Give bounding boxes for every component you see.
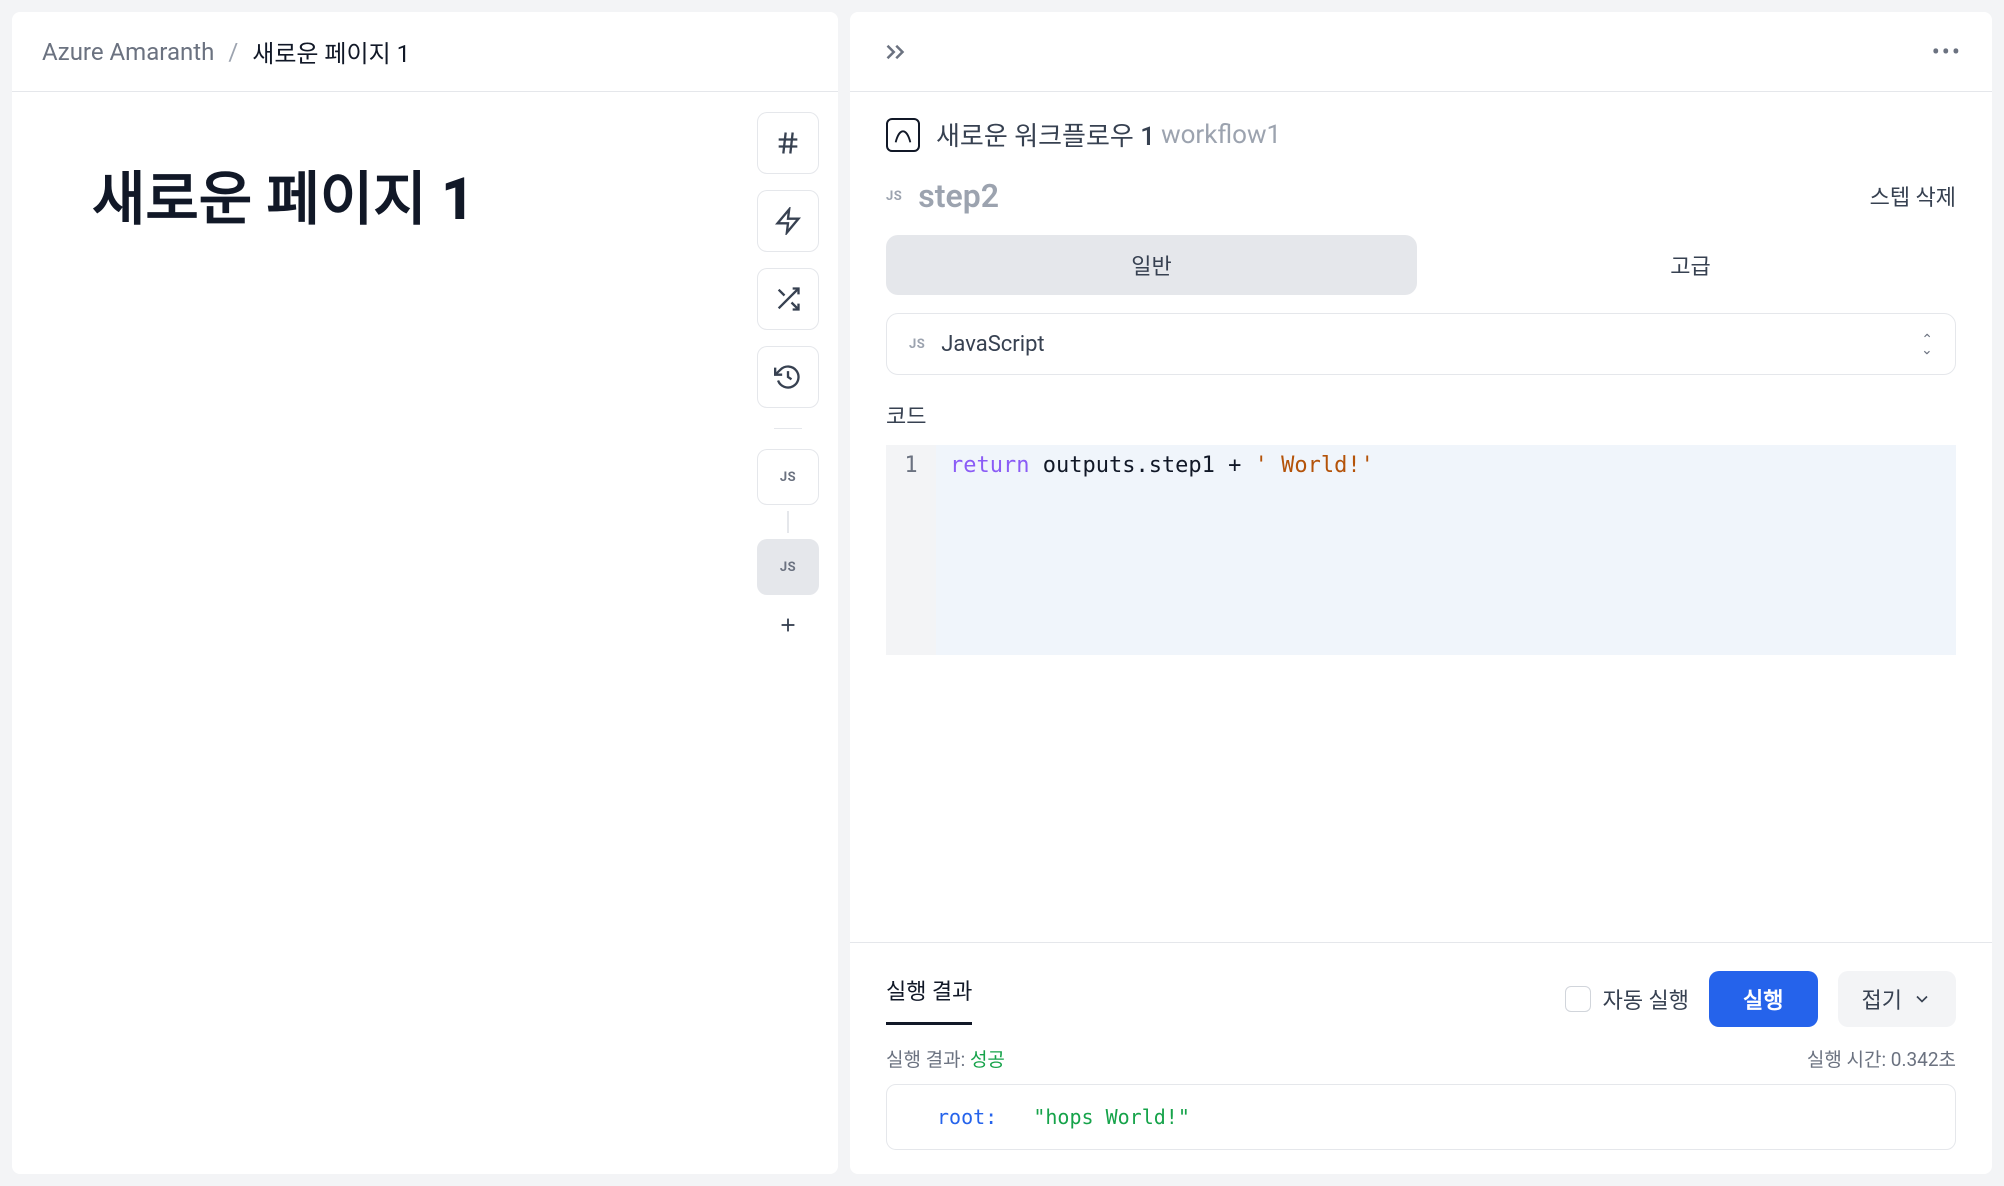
language-select[interactable]: JS JavaScript ⌃⌃	[886, 313, 1956, 375]
plus-icon	[777, 614, 799, 636]
result-time: 실행 시간: 0.342초	[1807, 1045, 1956, 1072]
history-icon	[774, 363, 802, 391]
chevron-down-icon	[1912, 989, 1932, 1009]
run-button[interactable]: 실행	[1709, 971, 1817, 1027]
page-title[interactable]: 새로운 페이지 1	[92, 152, 658, 236]
delete-step-button[interactable]: 스텝 삭제	[1870, 180, 1956, 212]
more-menu-button[interactable]: •••	[1932, 38, 1962, 66]
line-number: 1	[886, 453, 936, 478]
node-connector	[787, 511, 789, 533]
fold-label: 접기	[1862, 983, 1902, 1015]
code-area[interactable]: return outputs.step1 + ' World!'	[936, 445, 1956, 655]
result-status: 실행 결과: 성공	[886, 1045, 1005, 1072]
code-line: return outputs.step1 + ' World!'	[950, 453, 1942, 478]
shuffle-icon	[774, 285, 802, 313]
step-type-badge: JS	[886, 189, 902, 204]
collapse-panel-button[interactable]	[880, 37, 910, 67]
workflow-node-step1[interactable]: JS	[757, 449, 819, 505]
language-badge: JS	[909, 337, 925, 352]
auto-run-label: 자동 실행	[1603, 983, 1689, 1015]
breadcrumb: Azure Amaranth / 새로운 페이지 1	[42, 34, 410, 69]
language-label: JavaScript	[941, 332, 1044, 357]
chevron-up-down-icon: ⌃⌃	[1921, 337, 1933, 351]
more-icon: •••	[1932, 38, 1962, 66]
output-value: "hops World!"	[1033, 1105, 1190, 1129]
add-node-button[interactable]	[768, 605, 808, 645]
code-editor[interactable]: 1 return outputs.step1 + ' World!'	[886, 445, 1956, 655]
results-tab[interactable]: 실행 결과	[886, 974, 972, 1025]
shuffle-button[interactable]	[757, 268, 819, 330]
tab-general[interactable]: 일반	[886, 235, 1417, 295]
output-key: root:	[937, 1105, 997, 1129]
rail-separator	[774, 428, 802, 429]
hash-button[interactable]	[757, 112, 819, 174]
tab-advanced[interactable]: 고급	[1425, 235, 1956, 295]
workflow-icon	[886, 118, 920, 152]
workflow-title[interactable]: 새로운 워크플로우 1	[936, 116, 1155, 153]
lightning-icon	[774, 207, 802, 235]
code-gutter: 1	[886, 445, 936, 655]
fold-button[interactable]: 접기	[1838, 971, 1956, 1027]
results-output: root: "hops World!"	[886, 1084, 1956, 1150]
workflow-node-step2[interactable]: JS	[757, 539, 819, 595]
lightning-button[interactable]	[757, 190, 819, 252]
step-name[interactable]: step2	[918, 177, 999, 215]
chevrons-right-icon	[880, 37, 910, 67]
breadcrumb-separator: /	[228, 38, 238, 66]
breadcrumb-current[interactable]: 새로운 페이지 1	[252, 34, 410, 69]
hash-icon	[774, 129, 802, 157]
code-label: 코드	[850, 399, 1992, 445]
breadcrumb-root[interactable]: Azure Amaranth	[42, 38, 214, 66]
workflow-id: workflow1	[1161, 120, 1281, 150]
auto-run-checkbox[interactable]	[1565, 986, 1591, 1012]
history-button[interactable]	[757, 346, 819, 408]
